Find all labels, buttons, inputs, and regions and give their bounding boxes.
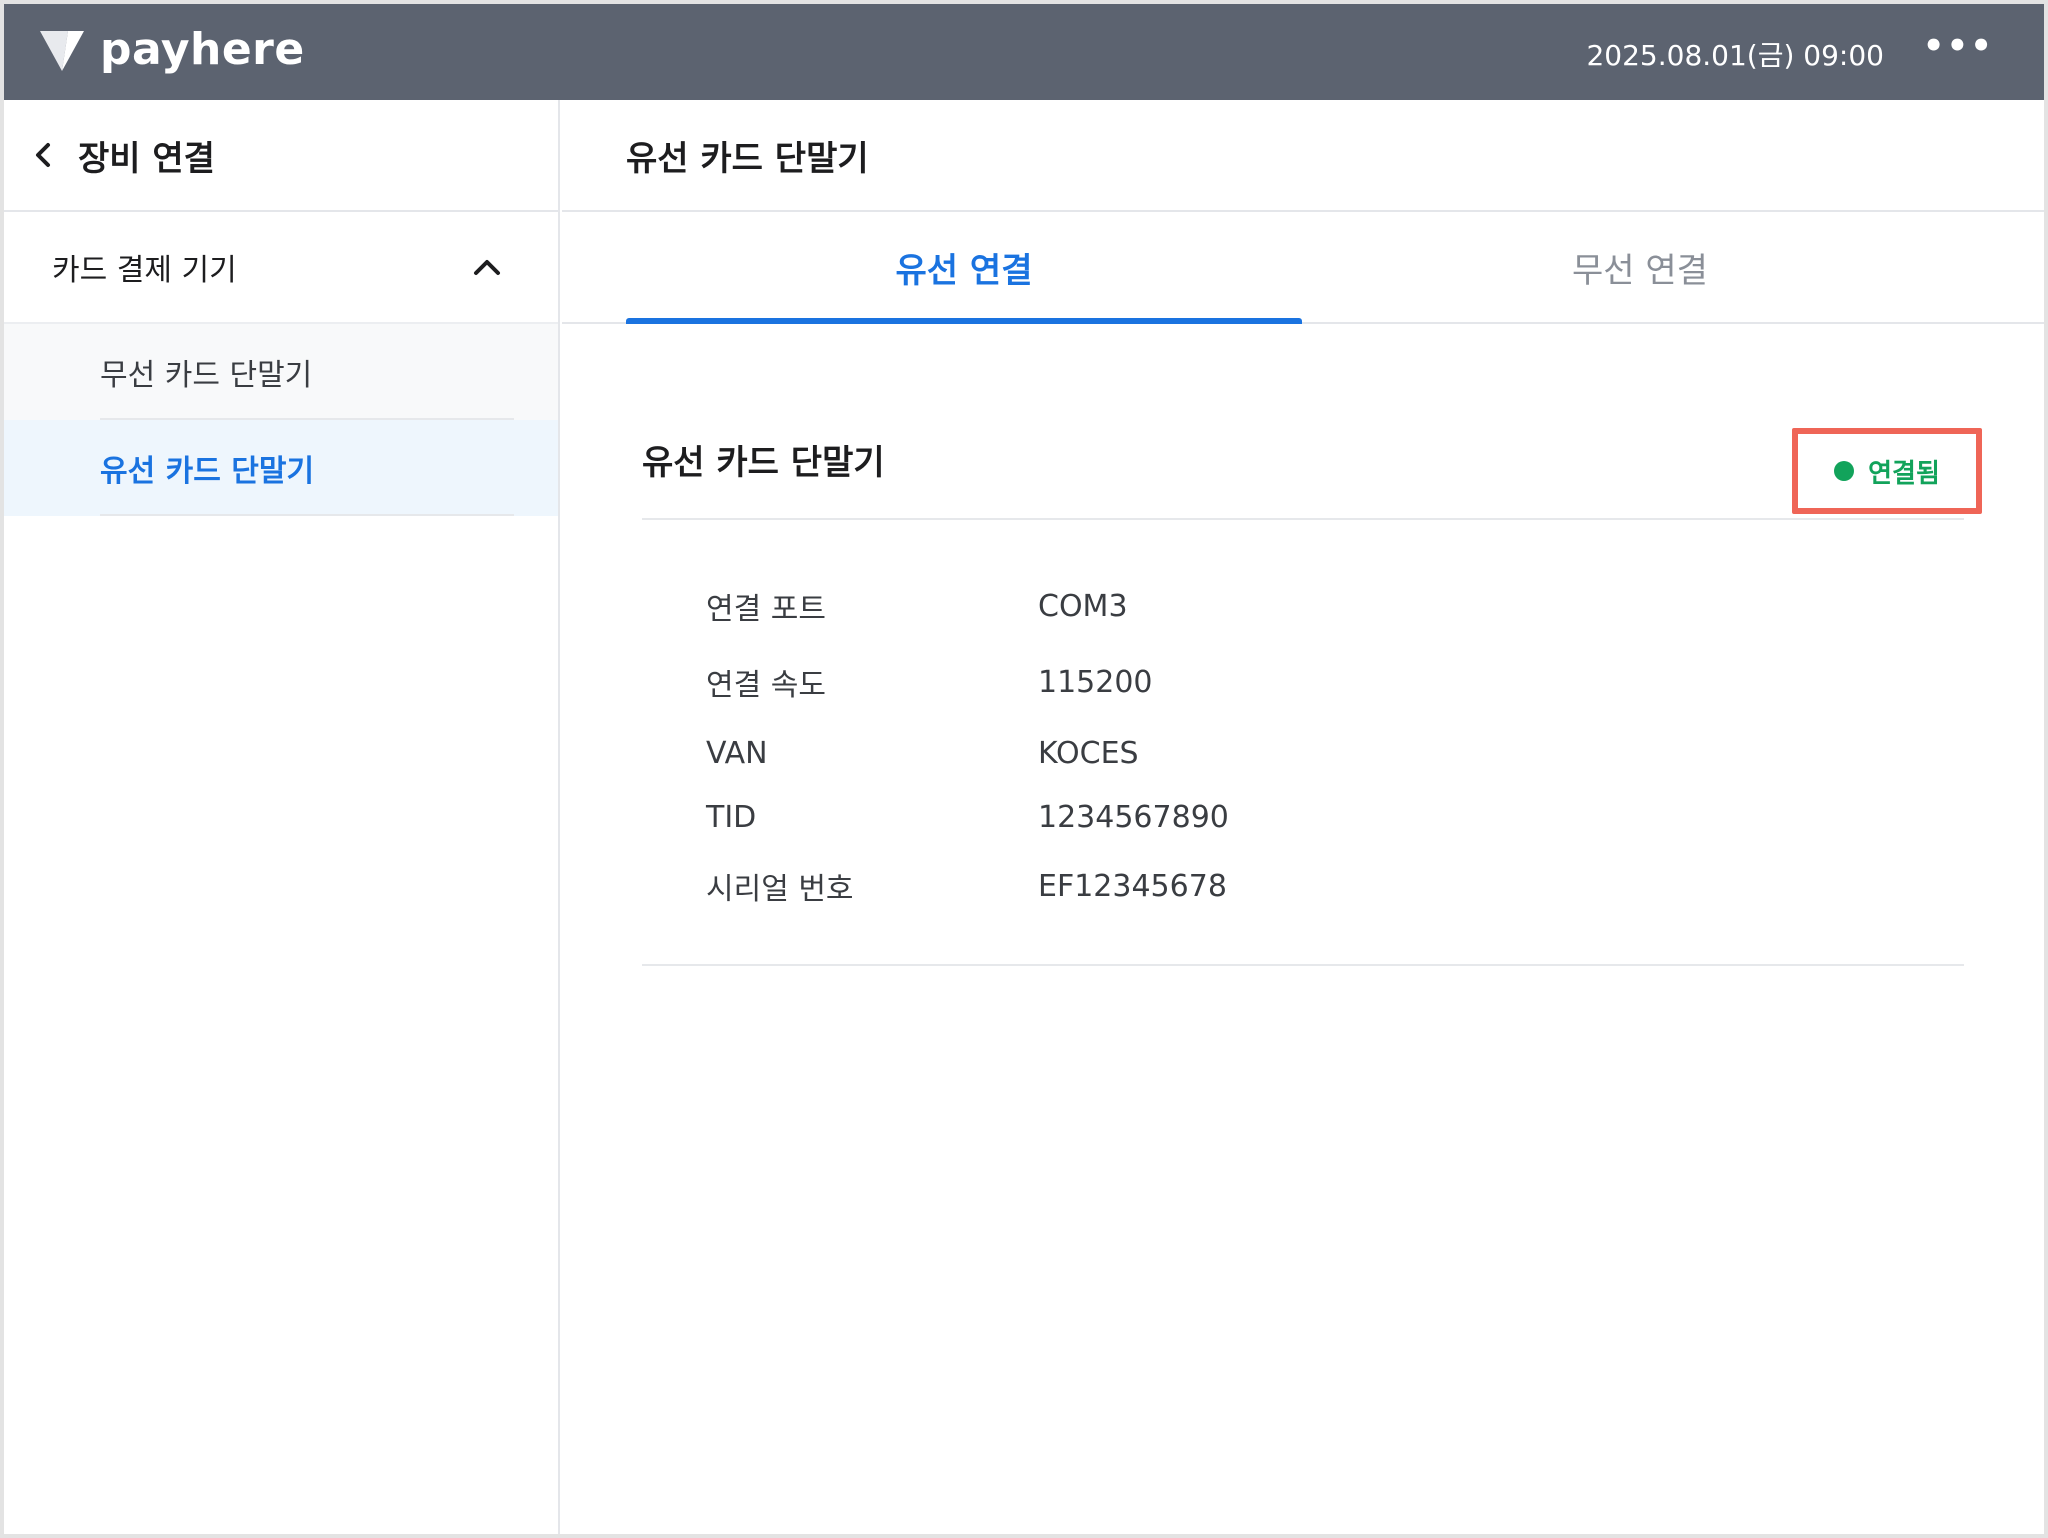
top-bar: payhere 2025.08.01(금) 09:00 •••	[4, 4, 2044, 100]
status-badge: 연결됨	[1792, 428, 1982, 514]
sidebar-group-label: 카드 결제 기기	[52, 253, 237, 288]
info-label: TID	[706, 800, 757, 835]
tab-wired[interactable]: 유선 연결	[626, 212, 1302, 322]
more-icon[interactable]: •••	[1923, 26, 1994, 66]
info-label: 연결 속도	[706, 668, 826, 703]
device-name: 유선 카드 단말기	[642, 442, 885, 483]
back-icon[interactable]	[32, 137, 60, 173]
info-row-speed: 연결 속도 115200	[706, 660, 1153, 704]
info-label: 시리얼 번호	[706, 872, 854, 907]
device-info-list: 연결 포트 COM3 연결 속도 115200 VAN KOCES TID 12…	[642, 520, 1964, 966]
info-value: 1234567890	[1038, 800, 1229, 835]
info-row-port: 연결 포트 COM3	[706, 584, 1128, 628]
active-tab-indicator	[626, 318, 1302, 324]
sidebar-item-wireless-terminal[interactable]: 무선 카드 단말기	[4, 324, 558, 420]
payhere-logo-icon	[40, 30, 84, 71]
device-panel: 유선 카드 단말기 연결됨 연결 포트 COM3 연결 속도 115200 VA…	[642, 400, 1982, 966]
info-row-van: VAN KOCES	[706, 736, 1139, 771]
info-value: KOCES	[1038, 736, 1139, 771]
chevron-left-icon	[36, 143, 50, 167]
datetime-display: 2025.08.01(금) 09:00	[1586, 39, 1884, 72]
status-dot-icon	[1834, 461, 1855, 481]
brand-name: payhere	[100, 24, 305, 75]
info-label: VAN	[706, 736, 768, 771]
app-window: payhere 2025.08.01(금) 09:00 ••• 장비 연결 카드…	[4, 4, 2044, 1534]
info-label: 연결 포트	[706, 592, 826, 627]
main-content: 유선 카드 단말기 유선 연결 무선 연결 유선 카드 단말기 연결됨 연결 포…	[562, 100, 2044, 1534]
info-value: 115200	[1038, 664, 1153, 700]
sidebar-group-card-devices[interactable]: 카드 결제 기기	[4, 212, 558, 324]
tab-wireless[interactable]: 무선 연결	[1302, 212, 1978, 322]
sidebar: 장비 연결 카드 결제 기기 무선 카드 단말기 유선 카드 단말기	[4, 100, 560, 1534]
page-title: 유선 카드 단말기	[562, 100, 2044, 212]
chevron-up-icon	[474, 260, 500, 275]
sidebar-item-wired-terminal[interactable]: 유선 카드 단말기	[4, 420, 558, 516]
info-value: COM3	[1038, 588, 1128, 624]
sidebar-title: 장비 연결	[78, 138, 215, 179]
info-value: EF12345678	[1038, 868, 1227, 904]
sidebar-header: 장비 연결	[4, 100, 558, 212]
connection-tabs: 유선 연결 무선 연결	[562, 212, 2044, 324]
info-row-serial: 시리얼 번호 EF12345678	[706, 864, 1227, 908]
device-header: 유선 카드 단말기 연결됨	[642, 400, 1982, 520]
info-row-tid: TID 1234567890	[706, 800, 1229, 835]
brand-logo: payhere	[38, 24, 305, 75]
status-text: 연결됨	[1868, 458, 1940, 489]
